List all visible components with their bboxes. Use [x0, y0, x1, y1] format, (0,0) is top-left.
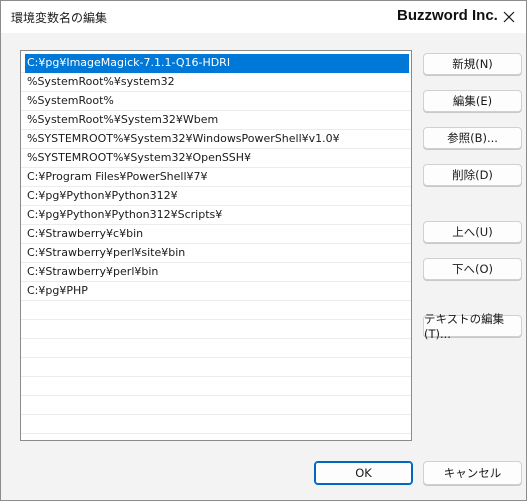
- window-title: 環境変数名の編集: [11, 11, 108, 25]
- list-item[interactable]: %SystemRoot%¥system32: [21, 73, 411, 92]
- list-item[interactable]: C:¥Strawberry¥perl¥site¥bin: [21, 244, 411, 263]
- list-item-text: C:¥Program Files¥PowerShell¥7¥: [27, 170, 208, 183]
- empty-list-row[interactable]: [21, 320, 411, 339]
- list-item[interactable]: %SYSTEMROOT%¥System32¥WindowsPowerShell¥…: [21, 130, 411, 149]
- move-down-button[interactable]: 下へ(O): [423, 258, 522, 280]
- list-item[interactable]: C:¥pg¥PHP: [21, 282, 411, 301]
- list-item-text: C:¥pg¥ImageMagick-7.1.1-Q16-HDRI: [27, 56, 231, 69]
- list-item[interactable]: C:¥Strawberry¥c¥bin: [21, 225, 411, 244]
- list-item-text: %SystemRoot%: [27, 94, 114, 107]
- edit-environment-variable-dialog: 環境変数名の編集 Buzzword Inc. C:¥pg¥ImageMagick…: [0, 0, 527, 501]
- list-item[interactable]: %SystemRoot%: [21, 92, 411, 111]
- move-up-button[interactable]: 上へ(U): [423, 221, 522, 243]
- list-item-text: C:¥pg¥PHP: [27, 284, 88, 297]
- list-item-text: C:¥Strawberry¥perl¥bin: [27, 265, 159, 278]
- brand-label: Buzzword Inc.: [397, 7, 498, 24]
- edit-text-button[interactable]: テキストの編集(T)...: [423, 312, 522, 341]
- list-item[interactable]: C:¥Strawberry¥perl¥bin: [21, 263, 411, 282]
- close-icon: [503, 11, 515, 23]
- cancel-button[interactable]: キャンセル: [423, 461, 522, 485]
- list-item-text: %SYSTEMROOT%¥System32¥WindowsPowerShell¥…: [27, 132, 340, 145]
- list-item-text: C:¥pg¥Python¥Python312¥Scripts¥: [27, 208, 223, 221]
- empty-list-row[interactable]: [21, 339, 411, 358]
- list-item[interactable]: C:¥pg¥Python¥Python312¥: [21, 187, 411, 206]
- list-item-text: %SystemRoot%¥System32¥Wbem: [27, 113, 219, 126]
- close-button[interactable]: [494, 3, 524, 31]
- list-item[interactable]: C:¥pg¥ImageMagick-7.1.1-Q16-HDRI: [21, 54, 411, 73]
- list-item[interactable]: %SYSTEMROOT%¥System32¥OpenSSH¥: [21, 149, 411, 168]
- list-item[interactable]: %SystemRoot%¥System32¥Wbem: [21, 111, 411, 130]
- new-button[interactable]: 新規(N): [423, 53, 522, 75]
- browse-button[interactable]: 参照(B)...: [423, 127, 522, 149]
- list-item-text: %SystemRoot%¥system32: [27, 75, 175, 88]
- delete-button[interactable]: 削除(D): [423, 164, 522, 186]
- list-item-text: C:¥pg¥Python¥Python312¥: [27, 189, 178, 202]
- empty-list-row[interactable]: [21, 415, 411, 434]
- empty-list-row[interactable]: [21, 358, 411, 377]
- path-list[interactable]: C:¥pg¥ImageMagick-7.1.1-Q16-HDRI %SystemR…: [20, 50, 412, 441]
- list-item[interactable]: C:¥pg¥Python¥Python312¥Scripts¥: [21, 206, 411, 225]
- list-item-text: C:¥Strawberry¥c¥bin: [27, 227, 144, 240]
- ok-button[interactable]: OK: [314, 461, 413, 485]
- list-item-text: %SYSTEMROOT%¥System32¥OpenSSH¥: [27, 151, 252, 164]
- list-item[interactable]: C:¥Program Files¥PowerShell¥7¥: [21, 168, 411, 187]
- list-item-text: C:¥Strawberry¥perl¥site¥bin: [27, 246, 186, 259]
- empty-list-row[interactable]: [21, 301, 411, 320]
- title-bar: 環境変数名の編集 Buzzword Inc.: [1, 1, 526, 33]
- empty-list-row[interactable]: [21, 396, 411, 415]
- edit-button[interactable]: 編集(E): [423, 90, 522, 112]
- empty-list-row[interactable]: [21, 377, 411, 396]
